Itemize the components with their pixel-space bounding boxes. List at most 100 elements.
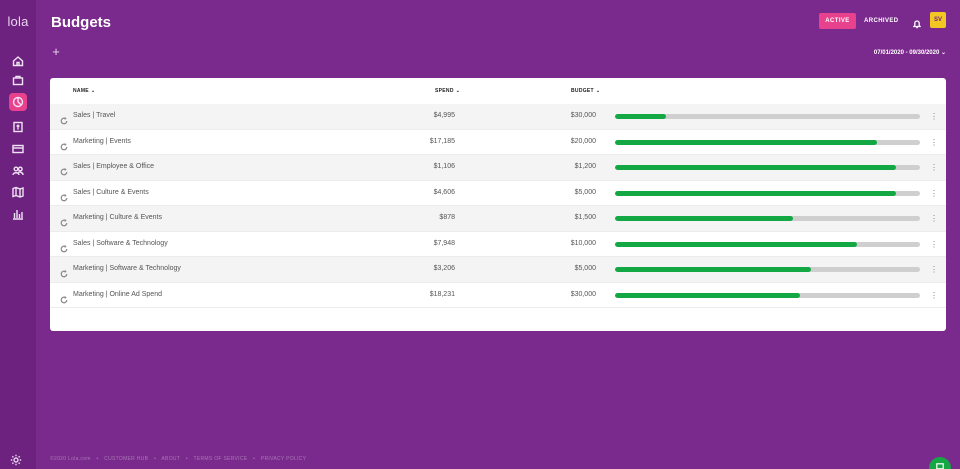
budget-progress-fill bbox=[615, 190, 896, 196]
budget-amount: $20,000 bbox=[570, 137, 596, 145]
briefcase-icon[interactable] bbox=[9, 71, 27, 89]
active-filter-button[interactable]: ACTIVE bbox=[819, 13, 856, 29]
date-range-label: 07/01/2020 - 09/30/2020 bbox=[873, 50, 940, 56]
bell-icon[interactable] bbox=[912, 16, 922, 29]
budget-amount: $5,000 bbox=[574, 265, 596, 272]
budget-name[interactable]: Marketing | Culture & Events bbox=[73, 214, 162, 221]
refresh-icon bbox=[60, 265, 68, 278]
table-row[interactable]: Marketing | Software & Technology $3,206 $… bbox=[50, 257, 946, 283]
receipt-icon[interactable] bbox=[9, 118, 27, 136]
budget-spend: $4,606 bbox=[433, 188, 455, 196]
home-icon[interactable] bbox=[9, 52, 27, 70]
budget-name[interactable]: Sales | Culture & Events bbox=[73, 189, 149, 196]
more-options-icon[interactable]: ⋮ bbox=[930, 111, 938, 122]
chevron-down-icon: ⌄ bbox=[455, 88, 461, 94]
page-title: Budgets bbox=[51, 14, 111, 31]
refresh-icon bbox=[60, 214, 68, 227]
table-row[interactable]: Sales | Software & Technology $7,948 $10,0… bbox=[50, 232, 946, 257]
add-budget-icon[interactable]: + bbox=[50, 45, 62, 58]
budget-spend: $4,995 bbox=[433, 112, 455, 119]
budget-progress-bar bbox=[615, 267, 920, 272]
budget-progress-bar bbox=[615, 241, 920, 247]
more-options-icon[interactable]: ⋮ bbox=[930, 213, 938, 224]
budgets-table: NAME ⌄ SPEND ⌄ BUDGET ⌄ Sales | Travel $4,99… bbox=[50, 78, 946, 331]
budget-spend: $17,185 bbox=[429, 137, 455, 145]
budget-progress-fill bbox=[615, 241, 858, 247]
budget-spend: $3,206 bbox=[433, 265, 455, 272]
budget-name[interactable]: Marketing | Software & Technology bbox=[73, 265, 181, 272]
table-row[interactable]: Sales | Culture & Events $4,606 $5,000 ⋮ bbox=[50, 181, 946, 206]
budget-progress-bar bbox=[615, 139, 920, 145]
more-options-icon[interactable]: ⋮ bbox=[930, 137, 938, 148]
budget-name[interactable]: Marketing | Events bbox=[73, 138, 131, 145]
refresh-icon bbox=[60, 112, 68, 125]
chevron-down-icon: ⌄ bbox=[90, 88, 96, 94]
footer-copyright: ©2020 Lola.com bbox=[50, 456, 91, 462]
budget-amount: $10,000 bbox=[570, 239, 596, 247]
budget-progress-bar bbox=[615, 114, 920, 119]
footer-link-privacy[interactable]: PRIVACY POLICY bbox=[261, 456, 306, 462]
footer: ©2020 Lola.com • CUSTOMER HUB • ABOUT • … bbox=[50, 456, 307, 462]
budget-spend: $878 bbox=[439, 214, 455, 221]
budget-amount: $1,500 bbox=[574, 214, 596, 221]
app-logo[interactable]: lola bbox=[0, 14, 36, 29]
avatar[interactable]: SV bbox=[930, 12, 946, 28]
refresh-icon bbox=[60, 291, 68, 303]
budget-amount: $30,000 bbox=[570, 290, 596, 298]
refresh-icon bbox=[60, 163, 68, 176]
sidebar: lola bbox=[0, 0, 36, 469]
chevron-down-icon: ⌄ bbox=[940, 50, 946, 56]
more-options-icon[interactable]: ⋮ bbox=[930, 239, 938, 250]
refresh-icon bbox=[60, 189, 68, 201]
budget-progress-bar bbox=[615, 190, 920, 196]
column-header-budget-label: BUDGET bbox=[571, 88, 594, 94]
gear-icon[interactable] bbox=[10, 453, 26, 469]
budget-name[interactable]: Sales | Travel bbox=[73, 112, 115, 119]
column-header-name-label: NAME bbox=[73, 88, 89, 94]
refresh-icon bbox=[60, 240, 68, 252]
card-icon[interactable] bbox=[9, 140, 27, 158]
footer-link-customer-hub[interactable]: CUSTOMER HUB bbox=[104, 456, 148, 462]
budget-progress-fill bbox=[615, 139, 877, 145]
more-options-icon[interactable]: ⋮ bbox=[930, 290, 938, 301]
date-range-picker[interactable]: 07/01/2020 - 09/30/2020 ⌄ bbox=[874, 49, 946, 56]
budget-progress-fill bbox=[615, 165, 897, 170]
budget-progress-fill bbox=[615, 267, 811, 272]
users-icon[interactable] bbox=[9, 162, 27, 180]
budget-spend: $7,948 bbox=[433, 239, 455, 247]
budget-amount: $5,000 bbox=[574, 188, 596, 196]
budgets-icon[interactable] bbox=[9, 93, 27, 111]
map-icon[interactable] bbox=[9, 183, 27, 201]
budget-name[interactable]: Sales | Employee & Office bbox=[73, 163, 154, 170]
column-header-spend[interactable]: SPEND ⌄ bbox=[435, 88, 460, 94]
more-options-icon[interactable]: ⋮ bbox=[930, 264, 938, 275]
budget-amount: $30,000 bbox=[570, 112, 596, 119]
more-options-icon[interactable]: ⋮ bbox=[930, 188, 938, 199]
column-header-name[interactable]: NAME ⌄ bbox=[73, 88, 95, 94]
chat-icon bbox=[936, 463, 944, 469]
budget-progress-bar bbox=[615, 216, 920, 221]
refresh-icon bbox=[60, 138, 68, 150]
chevron-down-icon: ⌄ bbox=[595, 88, 601, 94]
reports-icon[interactable] bbox=[9, 205, 27, 223]
table-row[interactable]: Marketing | Events $17,185 $20,000 ⋮ bbox=[50, 130, 946, 155]
budget-progress-fill bbox=[615, 292, 801, 298]
footer-link-about[interactable]: ABOUT bbox=[161, 456, 180, 462]
archived-filter-button[interactable]: ARCHIVED bbox=[864, 13, 899, 29]
chat-button[interactable] bbox=[929, 457, 951, 469]
budget-name[interactable]: Marketing | Online Ad Spend bbox=[73, 291, 162, 298]
column-header-budget[interactable]: BUDGET ⌄ bbox=[571, 88, 600, 94]
budget-name[interactable]: Sales | Software & Technology bbox=[73, 240, 168, 247]
more-options-icon[interactable]: ⋮ bbox=[930, 162, 938, 173]
table-row[interactable]: Sales | Employee & Office $1,106 $1,200 ⋮ bbox=[50, 155, 946, 181]
table-row[interactable]: Sales | Travel $4,995 $30,000 ⋮ bbox=[50, 104, 946, 130]
budget-amount: $1,200 bbox=[574, 163, 596, 170]
budget-progress-fill bbox=[615, 216, 794, 221]
table-row[interactable]: Marketing | Culture & Events $878 $1,500 ⋮ bbox=[50, 206, 946, 232]
table-row[interactable]: Marketing | Online Ad Spend $18,231 $30,00… bbox=[50, 283, 946, 308]
budget-progress-bar bbox=[615, 165, 920, 170]
budget-spend: $1,106 bbox=[433, 163, 455, 170]
budget-progress-bar bbox=[615, 292, 920, 298]
budget-spend: $18,231 bbox=[429, 290, 455, 298]
footer-link-terms[interactable]: TERMS OF SERVICE bbox=[194, 456, 248, 462]
